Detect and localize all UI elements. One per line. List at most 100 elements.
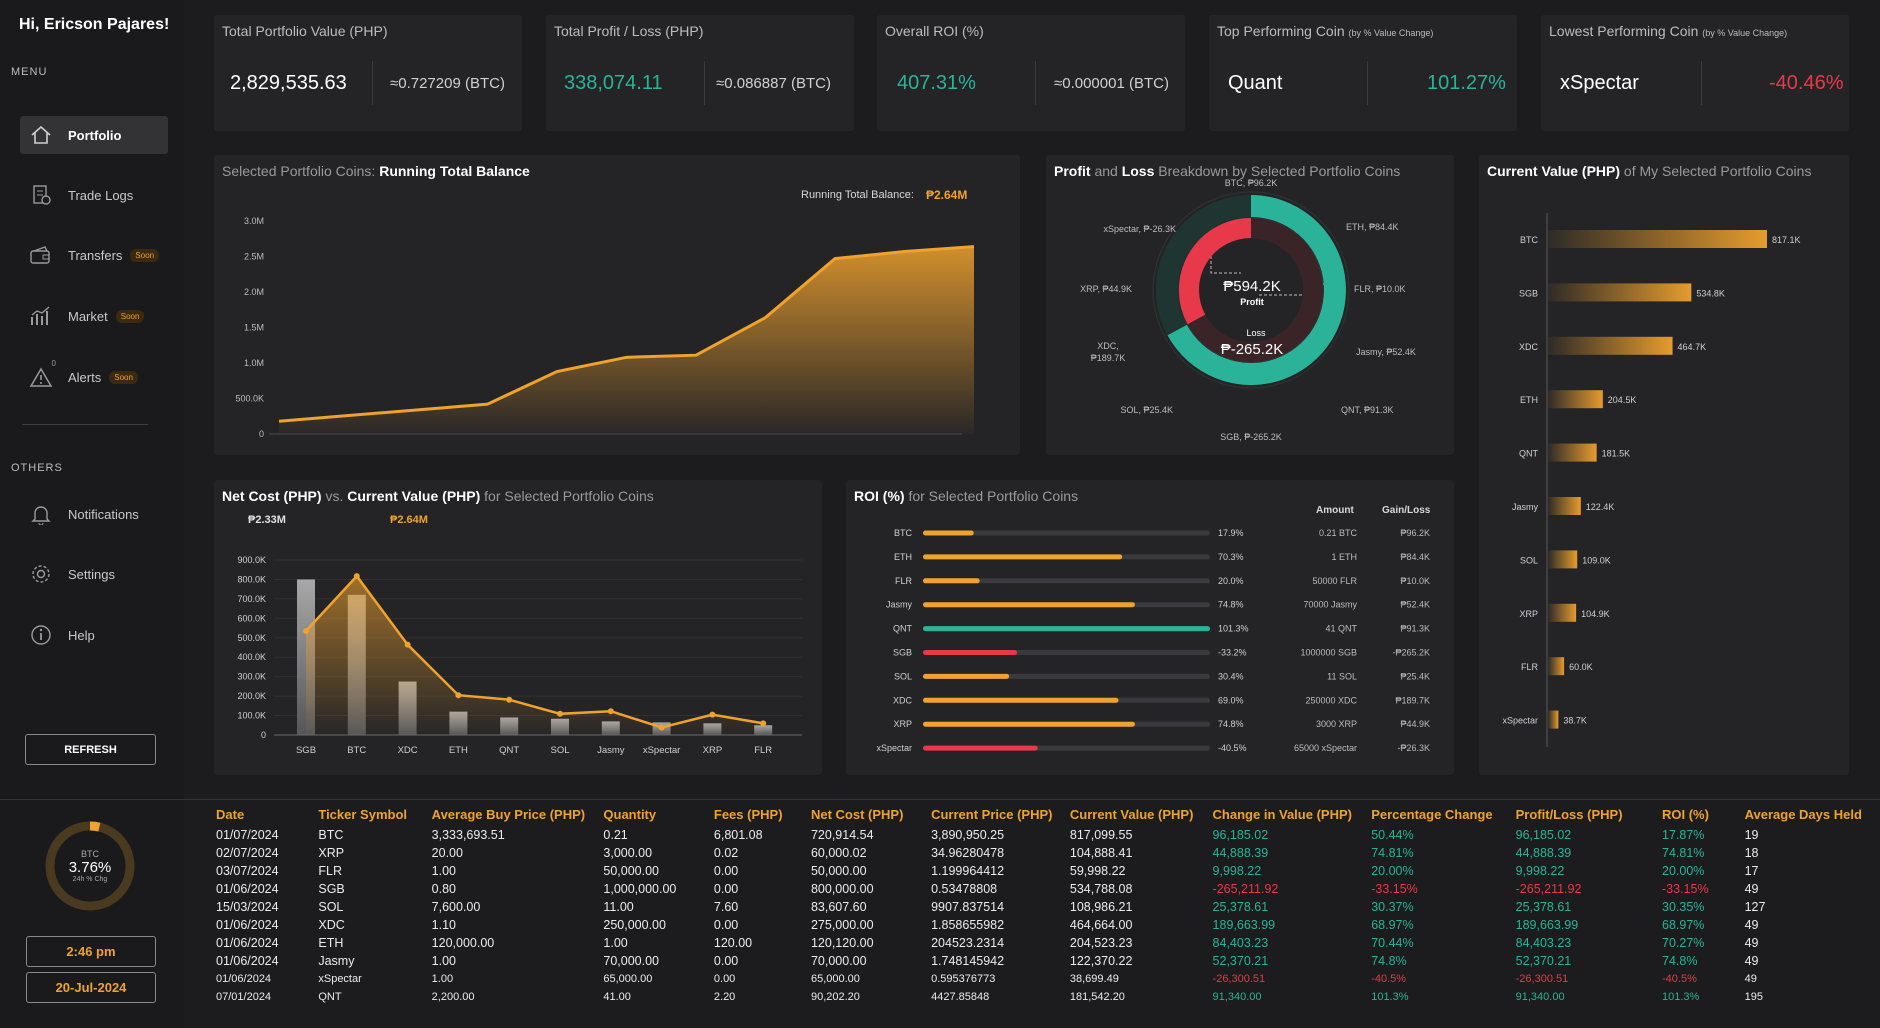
table-cell: 122,370.22 (1069, 954, 1133, 968)
roi-bar[interactable] (923, 673, 1010, 679)
roi-bar[interactable] (923, 602, 1135, 608)
roi-value-label: 20.0% (1218, 576, 1244, 586)
sidebar-item-portfolio[interactable]: Portfolio (20, 116, 168, 154)
table-row[interactable]: 01/07/2024 BTC 3,333,693.51 0.21 6,801.08 720… (208, 826, 1868, 844)
gain-label: ₱44.9K (1400, 719, 1430, 729)
y-tick-label: 100.0K (237, 711, 266, 721)
column-header[interactable]: Date (208, 804, 310, 826)
column-header[interactable]: Current Value (PHP) (1062, 804, 1205, 826)
table-row[interactable]: 01/06/2024 XDC 1.10 250,000.00 0.00 275,000.0… (208, 916, 1868, 934)
current-value-point[interactable] (658, 724, 665, 731)
bar-value-label: 817.1K (1772, 235, 1801, 245)
column-header[interactable]: Average Buy Price (PHP) (424, 804, 596, 826)
table-row[interactable]: 01/06/2024 Jasmy 1.00 70,000.00 0.00 70,000.0… (208, 952, 1868, 970)
current-value-point[interactable] (353, 573, 360, 580)
table-row[interactable]: 07/01/2024 QNT 2,200.00 41.00 2.20 90,202.20 4… (208, 988, 1868, 1006)
table-cell: SOL (318, 900, 344, 914)
value-bar[interactable] (1548, 657, 1565, 676)
kpi-main-value: 407.31% (897, 72, 976, 94)
sidebar-item-help[interactable]: Help (20, 616, 168, 654)
table-cell: 108,986.21 (1069, 900, 1133, 914)
sidebar-item-notifications[interactable]: Notifications (20, 495, 168, 533)
running-total-panel: Selected Portfolio Coins: Running Total … (214, 155, 1020, 455)
column-header[interactable]: Ticker Symbol (310, 804, 423, 826)
roi-bar[interactable] (923, 650, 1018, 655)
x-tick-label: xSpectar (643, 745, 681, 756)
value-bar[interactable] (1548, 443, 1597, 462)
table-row[interactable]: 01/06/2024 SGB 0.80 1,000,000.00 0.00 800,000… (208, 880, 1868, 898)
menu-label: MENU (11, 66, 48, 78)
table-cell: FLR (318, 864, 342, 878)
table-cell: 49 (1744, 936, 1759, 950)
table-cell: 0.02 (713, 846, 739, 860)
current-value-point[interactable] (709, 711, 716, 718)
bar-value-label: 109.0K (1582, 555, 1611, 565)
table-row[interactable]: 15/03/2024 SOL 7,600.00 11.00 7.60 83,607.60 9… (208, 898, 1868, 916)
coin-label: XDC (893, 695, 913, 705)
roi-bar[interactable] (923, 745, 1038, 751)
gear-icon (28, 562, 54, 586)
table-row[interactable]: 02/07/2024 XRP 20.00 3,000.00 0.02 60,000.02 3… (208, 844, 1868, 862)
greeting: Hi, Ericson Pajares! (19, 16, 170, 33)
gain-label: ₱96.2K (1400, 528, 1430, 538)
sidebar-item-alerts[interactable]: 0 Alerts Soon (20, 358, 168, 396)
sidebar-item-market[interactable]: Market Soon (20, 297, 168, 335)
roi-bar[interactable] (923, 554, 1123, 560)
table-row[interactable]: 01/06/2024 xSpectar 1.00 65,000.00 0.00 65,00… (208, 970, 1868, 988)
current-value-point[interactable] (760, 720, 767, 727)
roi-bar[interactable] (923, 530, 974, 536)
table-cell: 74.81% (1662, 846, 1705, 860)
table-cell: -33.15% (1662, 882, 1709, 896)
bar-value-label: 464.7K (1678, 342, 1707, 352)
column-header[interactable]: ROI (%) (1654, 804, 1737, 826)
value-bar[interactable] (1548, 336, 1673, 355)
value-bar[interactable] (1548, 283, 1692, 302)
y-tick-label: 600.0K (237, 613, 266, 623)
value-bar[interactable] (1548, 390, 1603, 409)
kpi-card-portfolio-value: Total Portfolio Value (PHP) 2,829,535.63… (214, 15, 522, 131)
gain-label: ₱84.4K (1400, 552, 1430, 562)
roi-bar[interactable] (923, 697, 1119, 703)
table-cell: 4427.85848 (931, 991, 990, 1003)
roi-value-label: 69.0% (1218, 695, 1244, 705)
kpi-card-top-coin: Top Performing Coin (by % Value Change) … (1209, 15, 1517, 131)
sidebar-item-settings[interactable]: Settings (20, 555, 168, 593)
value-bar[interactable] (1548, 710, 1559, 729)
slice-label: BTC, ₱96.2K (1225, 178, 1278, 188)
roi-bar[interactable] (923, 578, 980, 584)
current-value-point[interactable] (607, 708, 614, 715)
current-value-point[interactable] (557, 710, 563, 717)
sidebar-item-label: Market (68, 308, 108, 324)
home-icon (28, 123, 54, 147)
current-value-point[interactable] (455, 692, 462, 699)
column-header[interactable]: Fees (PHP) (706, 804, 803, 826)
table-row[interactable]: 01/06/2024 ETH 120,000.00 1.00 120.00 120,120… (208, 934, 1868, 952)
table-row[interactable]: 03/07/2024 FLR 1.00 50,000.00 0.00 50,000.00 1… (208, 862, 1868, 880)
current-value-point[interactable] (506, 696, 513, 703)
value-bar[interactable] (1548, 230, 1767, 248)
column-header[interactable]: Percentage Change (1363, 804, 1507, 826)
column-header[interactable]: Average Days Held (1737, 804, 1868, 826)
sidebar-item-trade-logs[interactable]: Trade Logs (20, 176, 168, 214)
roi-bar[interactable] (923, 626, 1210, 632)
value-bar[interactable] (1548, 497, 1581, 515)
value-bar[interactable] (1548, 603, 1577, 622)
column-header[interactable]: Quantity (595, 804, 706, 826)
column-header[interactable]: Current Price (PHP) (923, 804, 1062, 826)
value-bar[interactable] (1548, 550, 1578, 569)
refresh-button[interactable]: REFRESH (25, 734, 156, 765)
y-tick-label: 300.0K (237, 672, 266, 682)
y-tick-label: 1.5M (244, 323, 264, 333)
column-header[interactable]: Change in Value (PHP) (1205, 804, 1364, 826)
column-header[interactable]: Net Cost (PHP) (803, 804, 923, 826)
y-tick-label: 900.0K (237, 555, 266, 565)
kpi-main-value: 338,074.11 (564, 72, 663, 94)
roi-bar[interactable] (923, 721, 1135, 727)
table-cell: 2.20 (713, 991, 736, 1003)
table-cell: 38,699.49 (1069, 973, 1119, 985)
coin-label: BTC (894, 528, 913, 538)
sidebar-item-transfers[interactable]: Transfers Soon (20, 236, 168, 274)
current-value-point[interactable] (303, 628, 309, 635)
current-value-point[interactable] (404, 641, 411, 648)
column-header[interactable]: Profit/Loss (PHP) (1508, 804, 1654, 826)
